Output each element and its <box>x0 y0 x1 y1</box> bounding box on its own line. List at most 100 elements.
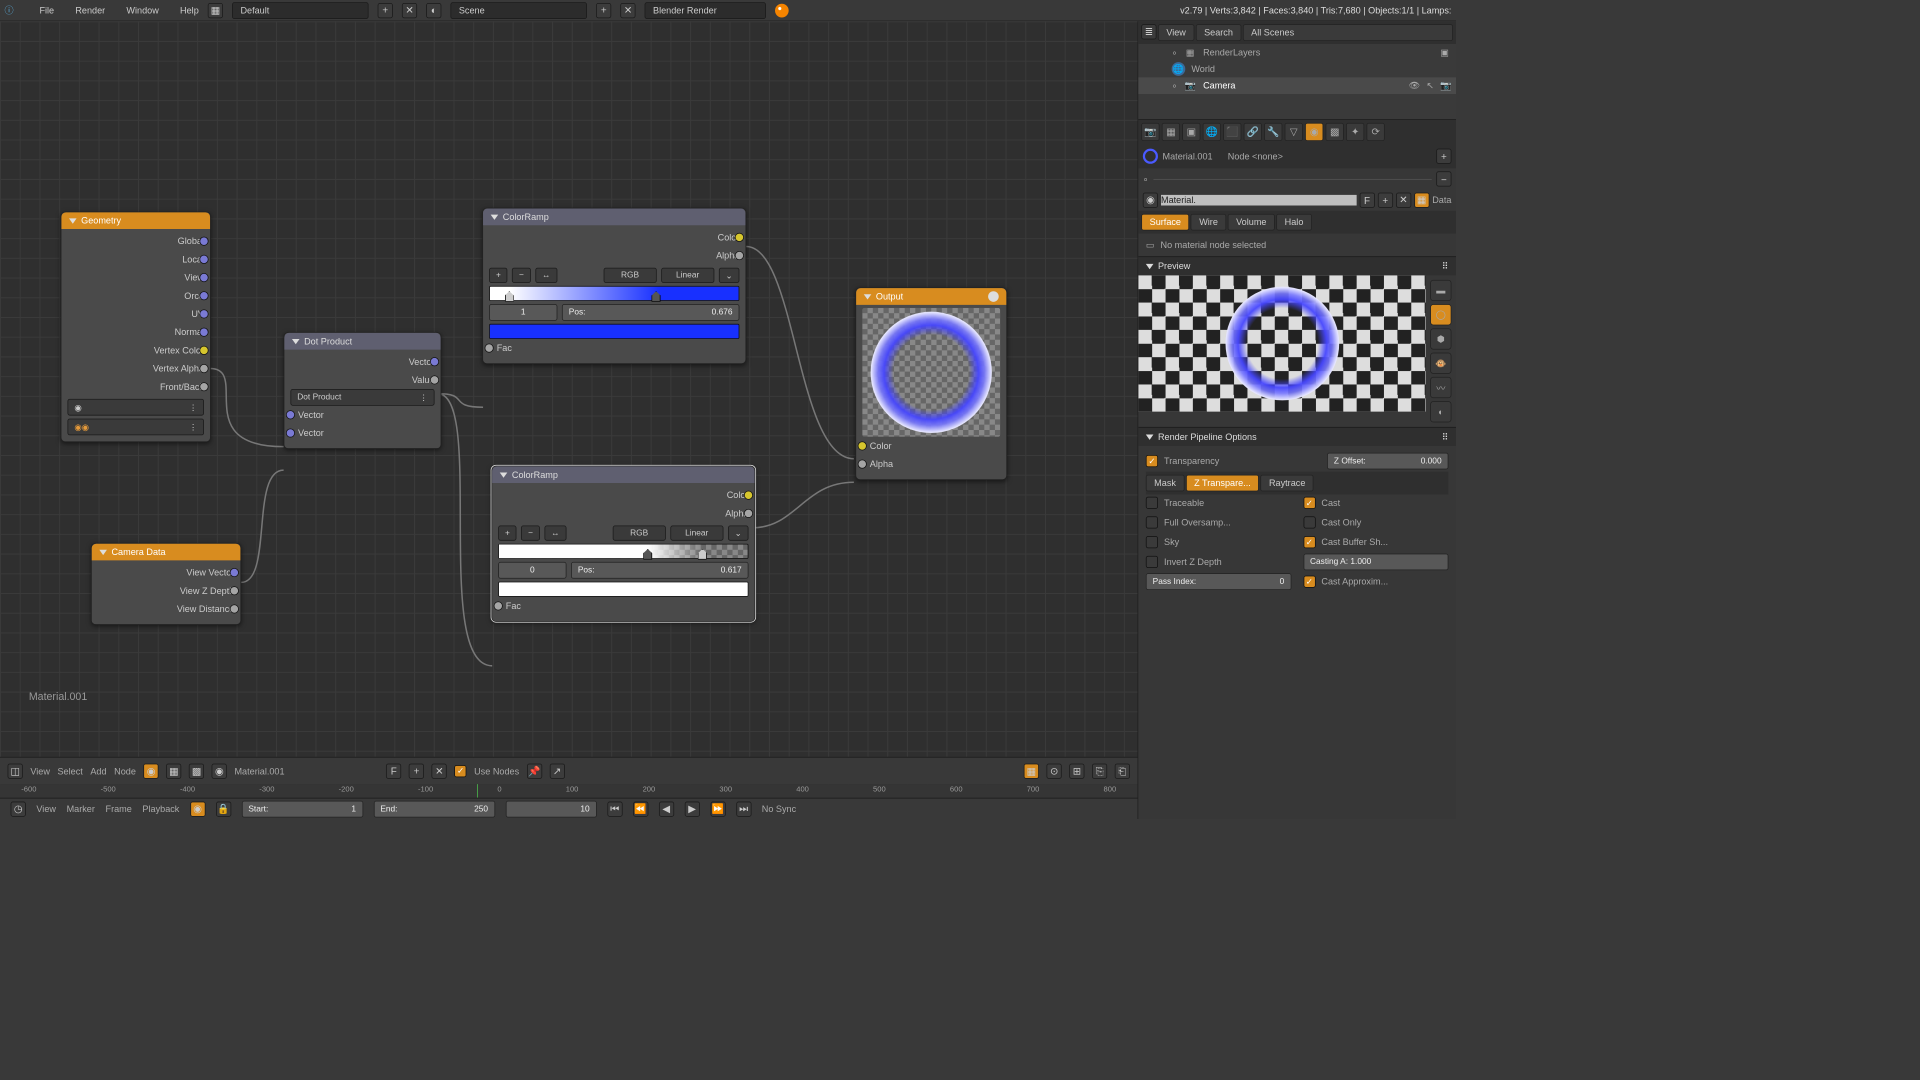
current-frame[interactable]: 10 <box>505 800 596 817</box>
ramp-add-stop[interactable]: + <box>498 526 517 541</box>
ramp-pos[interactable]: Pos:0.617 <box>571 562 748 579</box>
transp-ztransp[interactable]: Z Transpare... <box>1186 475 1259 492</box>
start-frame[interactable]: Start:1 <box>242 800 363 817</box>
socket-out[interactable] <box>199 328 208 337</box>
socket-in[interactable] <box>858 441 867 450</box>
ramp-flip[interactable]: ↔ <box>544 526 566 541</box>
prop-render-icon[interactable]: 📷 <box>1141 123 1159 141</box>
fake-user-button[interactable]: F <box>386 763 401 778</box>
outliner-item-world[interactable]: 🌐World <box>1138 61 1456 78</box>
tab-wire[interactable]: Wire <box>1191 214 1226 231</box>
node-geometry[interactable]: Geometry Global Local View Orco UV Norma… <box>61 212 211 443</box>
copy-nodes-icon[interactable]: ⎘ <box>1092 763 1107 778</box>
socket-in[interactable] <box>286 428 295 437</box>
prop-constraint-icon[interactable]: 🔗 <box>1244 123 1262 141</box>
sky-checkbox[interactable] <box>1146 536 1158 548</box>
outliner-view[interactable]: View <box>1158 24 1194 41</box>
preview-cube-icon[interactable]: ⬢ <box>1430 328 1451 349</box>
pin-icon[interactable]: 📌 <box>527 763 542 778</box>
add-scene-button[interactable]: + <box>596 3 611 18</box>
editor-type-icon[interactable]: ◷ <box>11 801 26 816</box>
link-selector[interactable]: Data <box>1432 195 1451 206</box>
playhead[interactable] <box>477 784 478 798</box>
material-name-field[interactable]: Material.001 <box>234 766 378 777</box>
fake-user-f[interactable]: F <box>1359 193 1374 208</box>
castonly-checkbox[interactable] <box>1303 516 1315 528</box>
socket-out[interactable] <box>199 237 208 246</box>
render-icon[interactable]: 📷 <box>1440 80 1451 91</box>
render-engine-selector[interactable]: Blender Render <box>645 2 766 19</box>
node-camera-data[interactable]: Camera Data View Vector View Z Depth Vie… <box>91 543 241 625</box>
ramp-del-stop[interactable]: − <box>512 268 531 283</box>
prop-world-icon[interactable]: 🌐 <box>1203 123 1221 141</box>
socket-out[interactable] <box>199 346 208 355</box>
unlink-material-button[interactable]: ✕ <box>432 763 447 778</box>
snap-icon[interactable]: ⊙ <box>1047 763 1062 778</box>
layout-grid-icon[interactable]: ▦ <box>208 3 223 18</box>
node-colorramp-2[interactable]: ColorRamp Color Alpha + − ↔ RGB Linear ⌄ <box>491 466 755 622</box>
color-ramp[interactable] <box>489 286 739 301</box>
eye-icon[interactable]: 👁 <box>1409 80 1421 91</box>
menu-help[interactable]: Help <box>180 5 199 16</box>
socket-out[interactable] <box>744 509 753 518</box>
ramp-colormode[interactable]: RGB <box>613 526 666 541</box>
shader-type-world-icon[interactable]: ▦ <box>166 763 181 778</box>
ramp-swatch[interactable] <box>489 324 739 339</box>
ramp-del-stop[interactable]: − <box>521 526 540 541</box>
socket-out[interactable] <box>199 255 208 264</box>
preview-panel-header[interactable]: Preview⠿ <box>1138 256 1456 275</box>
ramp-menu[interactable]: ⌄ <box>728 526 749 541</box>
collapse-icon[interactable] <box>1146 264 1154 269</box>
preview-dot-icon[interactable] <box>988 291 999 302</box>
menu-render[interactable]: Render <box>75 5 105 16</box>
socket-in[interactable] <box>858 460 867 469</box>
tab-volume[interactable]: Volume <box>1228 214 1275 231</box>
ramp-flip[interactable]: ↔ <box>535 268 557 283</box>
node-camera-header[interactable]: Camera Data <box>92 544 241 561</box>
tl-lock-icon[interactable]: 🔒 <box>216 801 231 816</box>
outliner-type-icon[interactable]: ≣ <box>1141 24 1156 39</box>
prop-layers-icon[interactable]: ▦ <box>1162 123 1180 141</box>
footer-select[interactable]: Select <box>57 766 82 777</box>
tab-halo[interactable]: Halo <box>1276 214 1311 231</box>
prop-texture-icon[interactable]: ▩ <box>1326 123 1344 141</box>
node-ramp2-header[interactable]: ColorRamp <box>492 466 754 483</box>
info-icon[interactable]: ⓘ <box>5 4 14 17</box>
socket-out[interactable] <box>230 568 239 577</box>
tl-view[interactable]: View <box>36 803 56 814</box>
outliner-item-renderlayers[interactable]: ∘▦RenderLayers▣ <box>1138 44 1456 61</box>
transparency-checkbox[interactable] <box>1146 455 1158 467</box>
paste-nodes-icon[interactable]: ⎗ <box>1115 763 1130 778</box>
socket-out[interactable] <box>199 291 208 300</box>
color-ramp[interactable] <box>498 544 748 559</box>
ramp-index[interactable]: 1 <box>489 304 557 321</box>
z-offset-field[interactable]: Z Offset:0.000 <box>1327 453 1448 470</box>
tl-range-icon[interactable]: ◉ <box>190 801 205 816</box>
backdrop-icon[interactable]: ▦ <box>1024 763 1039 778</box>
transp-raytrace[interactable]: Raytrace <box>1261 475 1314 492</box>
castapprox-checkbox[interactable] <box>1303 576 1315 588</box>
jump-end-icon[interactable]: ⏭ <box>736 801 751 816</box>
new-material-button[interactable]: + <box>409 763 424 778</box>
ramp-index[interactable]: 0 <box>498 562 566 579</box>
vcol-layer-select[interactable]: ◉◉⋮ <box>67 419 204 436</box>
outliner-search[interactable]: Search <box>1196 24 1242 41</box>
ramp-colormode[interactable]: RGB <box>603 268 656 283</box>
keyframe-next-icon[interactable]: ⏩ <box>710 801 725 816</box>
footer-add[interactable]: Add <box>90 766 106 777</box>
slot-add-button[interactable]: + <box>1436 149 1451 164</box>
socket-out[interactable] <box>230 604 239 613</box>
prop-particle-icon[interactable]: ✦ <box>1346 123 1364 141</box>
footer-view[interactable]: View <box>30 766 50 777</box>
collapse-icon[interactable] <box>99 549 107 554</box>
slot-remove-button[interactable]: − <box>1436 171 1451 186</box>
collapse-icon[interactable] <box>500 472 508 477</box>
add-layout-button[interactable]: + <box>378 3 393 18</box>
remove-scene-button[interactable]: ✕ <box>620 3 635 18</box>
footer-node[interactable]: Node <box>114 766 136 777</box>
prop-scene-icon[interactable]: ▣ <box>1182 123 1200 141</box>
tl-playback[interactable]: Playback <box>142 803 179 814</box>
node-dot-product[interactable]: Dot Product Vector Value Dot Product⋮ Ve… <box>284 332 442 449</box>
play-icon[interactable]: ▶ <box>684 801 699 816</box>
timeline-ruler[interactable]: -600 -500 -400 -300 -200 -100 0 100 200 … <box>0 784 1138 798</box>
